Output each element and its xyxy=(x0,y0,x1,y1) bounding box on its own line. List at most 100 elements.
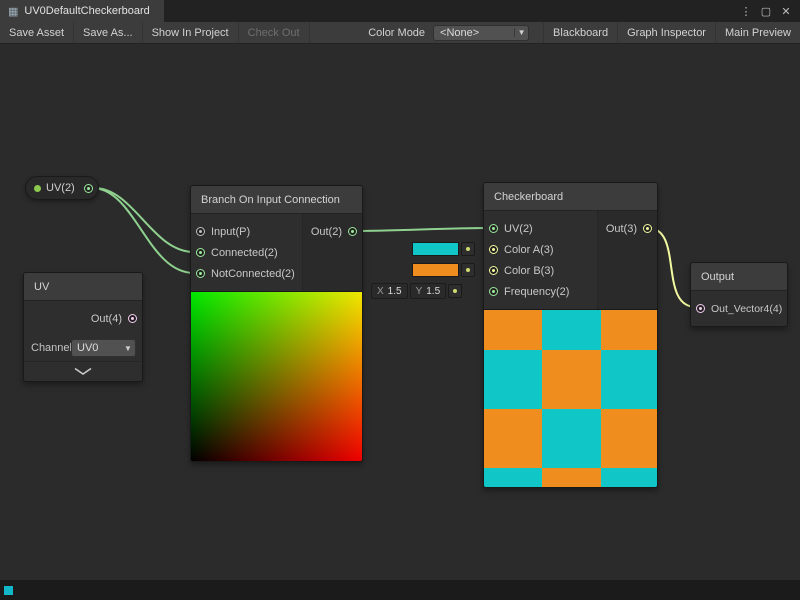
checker-uv-label: UV(2) xyxy=(504,223,533,235)
tab-bar: ▦ UV0DefaultCheckerboard ⋮ ▢ ✕ xyxy=(0,0,800,22)
branch-node-title: Branch On Input Connection xyxy=(191,186,362,214)
checkerboard-node-preview xyxy=(484,309,657,487)
color-b-widget-dot xyxy=(461,263,475,277)
frequency-x-field[interactable]: X 1.5 xyxy=(371,283,408,299)
chevron-down-icon: ▼ xyxy=(514,28,528,37)
graph-toolbar: Save Asset Save As... Show In Project Ch… xyxy=(0,22,800,44)
main-preview-toggle-button[interactable]: Main Preview xyxy=(715,22,800,43)
branch-out-label: Out(2) xyxy=(311,226,342,238)
port-row-out-vector4: Out_Vector4(4) xyxy=(691,298,787,319)
color-mode-dropdown[interactable]: <None> ▼ xyxy=(433,25,529,41)
color-b-port[interactable] xyxy=(489,266,498,275)
connected-label: Connected(2) xyxy=(211,247,278,259)
color-b-widget xyxy=(412,263,475,277)
status-bar xyxy=(0,580,800,600)
expand-preview-button[interactable] xyxy=(24,361,142,381)
window-controls: ⋮ ▢ ✕ xyxy=(738,0,800,22)
channel-value: UV0 xyxy=(72,342,121,354)
edge-uvpill-to-notconnected[interactable] xyxy=(94,188,194,273)
uv-out-label: Out(4) xyxy=(91,313,122,325)
save-as-button[interactable]: Save As... xyxy=(74,22,143,43)
out-vector4-port[interactable] xyxy=(696,304,705,313)
tab-uv0defaultcheckerboard[interactable]: ▦ UV0DefaultCheckerboard xyxy=(0,0,164,22)
kebab-menu-icon[interactable]: ⋮ xyxy=(738,5,754,18)
port-row-uv-out: Out(4) xyxy=(24,308,142,329)
frequency-label: Frequency(2) xyxy=(504,286,569,298)
pill-indicator-dot xyxy=(34,185,41,192)
graph-inspector-toggle-button[interactable]: Graph Inspector xyxy=(617,22,715,43)
port-row-checker-out: Out(3) xyxy=(598,218,657,239)
close-icon[interactable]: ✕ xyxy=(778,5,794,18)
color-a-label: Color A(3) xyxy=(504,244,554,256)
port-row-connected: Connected(2) xyxy=(191,242,302,263)
chevron-down-icon: ▼ xyxy=(121,344,135,353)
uv-pill-out-port[interactable] xyxy=(84,184,93,193)
node-uv-pill[interactable]: UV(2) xyxy=(25,176,99,200)
branch-node-preview xyxy=(191,291,362,461)
expand-preview-chevron-icon xyxy=(73,367,93,376)
branch-input-ports: Input(P) Connected(2) NotConnected(2) xyxy=(191,214,302,291)
shader-graph-asset-icon: ▦ xyxy=(8,5,18,18)
frequency-y-value: 1.5 xyxy=(426,286,440,297)
checker-uv-port[interactable] xyxy=(489,224,498,233)
checker-out-label: Out(3) xyxy=(606,223,637,235)
port-row-checker-uv: UV(2) xyxy=(484,218,597,239)
color-a-widget-dot xyxy=(461,242,475,256)
port-row-color-a: Color A(3) xyxy=(484,239,597,260)
color-b-swatch[interactable] xyxy=(412,263,459,277)
port-row-notconnected: NotConnected(2) xyxy=(191,263,302,284)
node-branch-on-input-connection[interactable]: Branch On Input Connection Input(P) Conn… xyxy=(190,185,363,462)
channel-dropdown[interactable]: UV0 ▼ xyxy=(71,339,136,357)
notconnected-port[interactable] xyxy=(196,269,205,278)
frequency-y-field[interactable]: Y 1.5 xyxy=(410,283,447,299)
show-in-project-button[interactable]: Show In Project xyxy=(143,22,239,43)
frequency-widget-dot xyxy=(448,284,462,298)
frequency-x-value: 1.5 xyxy=(388,286,402,297)
color-mode-value: <None> xyxy=(434,27,514,39)
maximize-icon[interactable]: ▢ xyxy=(758,5,774,18)
checker-out-port[interactable] xyxy=(643,224,652,233)
color-b-label: Color B(3) xyxy=(504,265,554,277)
edge-branchout-to-checkeruv[interactable] xyxy=(355,228,489,231)
color-a-port[interactable] xyxy=(489,245,498,254)
port-row-frequency: Frequency(2) xyxy=(484,281,597,302)
uv-out-port[interactable] xyxy=(128,314,137,323)
branch-output-ports: Out(2) xyxy=(302,214,362,291)
color-a-swatch[interactable] xyxy=(412,242,459,256)
frequency-x-label: X xyxy=(377,286,384,297)
edge-uvpill-to-connected[interactable] xyxy=(94,188,194,252)
checkerboard-output-ports: Out(3) xyxy=(597,211,657,309)
input-p-label: Input(P) xyxy=(211,226,250,238)
frequency-y-label: Y xyxy=(416,286,423,297)
channel-label: Channel xyxy=(31,342,71,354)
notconnected-label: NotConnected(2) xyxy=(211,268,295,280)
port-row-branch-out: Out(2) xyxy=(303,221,362,242)
node-checkerboard[interactable]: Checkerboard UV(2) Color A(3) Color B(3) xyxy=(483,182,658,488)
node-output[interactable]: Output Out_Vector4(4) xyxy=(690,262,788,327)
status-square-icon xyxy=(4,586,13,595)
frequency-port[interactable] xyxy=(489,287,498,296)
branch-out-port[interactable] xyxy=(348,227,357,236)
checkerboard-node-title: Checkerboard xyxy=(484,183,657,211)
checkerboard-input-ports: UV(2) Color A(3) Color B(3) Frequency(2) xyxy=(484,211,597,309)
out-vector4-label: Out_Vector4(4) xyxy=(711,303,782,315)
shader-graph-window: ▦ UV0DefaultCheckerboard ⋮ ▢ ✕ Save Asse… xyxy=(0,0,800,600)
check-out-button: Check Out xyxy=(239,22,310,43)
input-p-port[interactable] xyxy=(196,227,205,236)
port-row-input-p: Input(P) xyxy=(191,221,302,242)
node-uv[interactable]: UV Out(4) Channel UV0 ▼ xyxy=(23,272,143,382)
frequency-widget: X 1.5 Y 1.5 xyxy=(371,283,462,299)
blackboard-toggle-button[interactable]: Blackboard xyxy=(543,22,617,43)
connected-port[interactable] xyxy=(196,248,205,257)
color-a-widget xyxy=(412,242,475,256)
color-mode-label: Color Mode xyxy=(360,27,433,39)
output-node-title: Output xyxy=(691,263,787,291)
channel-control: Channel UV0 ▼ xyxy=(31,339,136,357)
uv-node-title: UV xyxy=(24,273,142,301)
tab-title: UV0DefaultCheckerboard xyxy=(24,5,149,17)
port-row-color-b: Color B(3) xyxy=(484,260,597,281)
save-asset-button[interactable]: Save Asset xyxy=(0,22,74,43)
graph-canvas[interactable]: UV(2) Branch On Input Connection Input(P… xyxy=(0,44,800,580)
uv-pill-label: UV(2) xyxy=(46,182,79,194)
toolbar-right-group: Blackboard Graph Inspector Main Preview xyxy=(543,22,800,43)
